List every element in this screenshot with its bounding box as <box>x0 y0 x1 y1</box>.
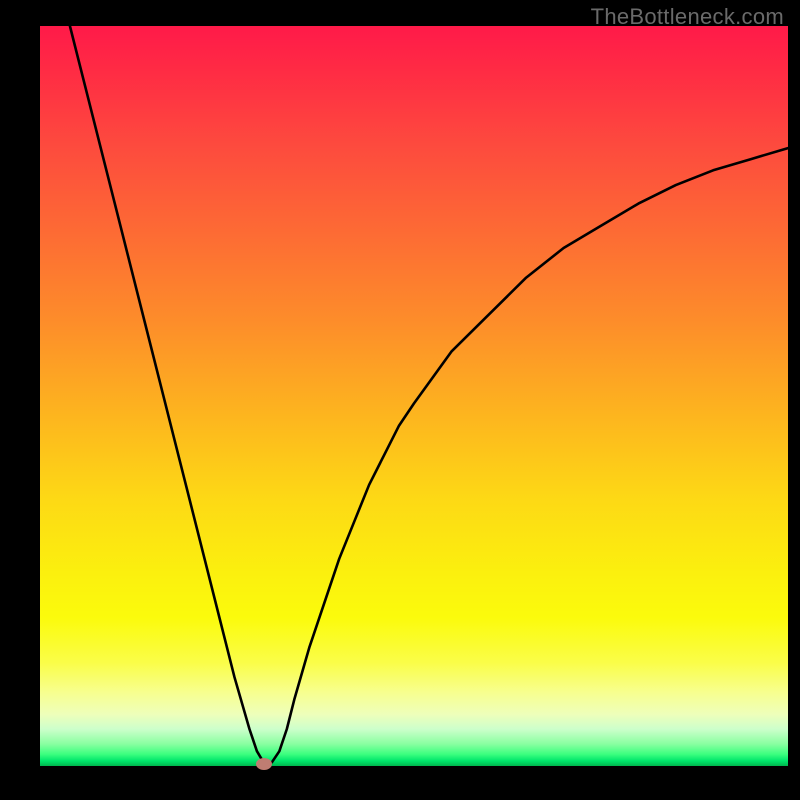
chart-frame: TheBottleneck.com <box>0 0 800 800</box>
bottleneck-curve-line <box>70 26 788 764</box>
plot-area <box>40 26 788 766</box>
curve-svg <box>40 26 788 766</box>
min-marker-dot <box>256 758 272 770</box>
